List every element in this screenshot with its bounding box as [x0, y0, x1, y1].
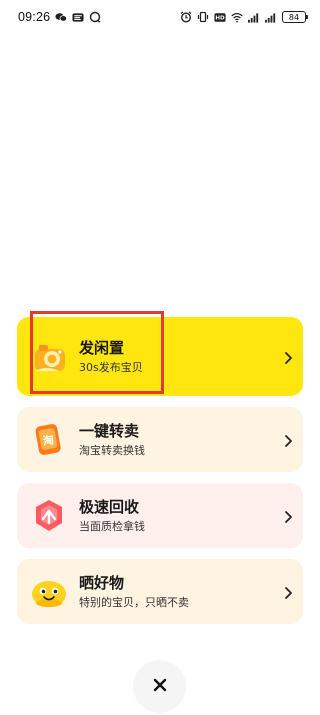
taobao-icon: 淘	[29, 420, 69, 460]
card-subtitle: 30s发布宝贝	[79, 361, 143, 374]
status-bar: 09:26 HD 84	[0, 0, 320, 34]
battery-icon: 84	[282, 11, 308, 23]
chevron-right-icon	[283, 509, 293, 523]
alarm-icon	[180, 11, 192, 23]
vibrate-icon	[197, 11, 209, 23]
card-title: 一键转卖	[79, 422, 140, 440]
chevron-right-icon	[283, 585, 293, 599]
fast-recycle-card[interactable]: 极速回收 当面质检拿钱	[17, 483, 303, 548]
card-text: 一键转卖 淘宝转卖换钱	[79, 407, 145, 472]
card-text: 晒好物 特别的宝贝，只晒不卖	[79, 559, 189, 624]
card-text: 极速回收 当面质检拿钱	[79, 483, 145, 548]
close-icon	[153, 677, 167, 696]
status-time: 09:26	[18, 10, 51, 24]
card-title: 晒好物	[79, 574, 125, 592]
battery-level: 84	[288, 12, 300, 22]
wifi-icon	[231, 11, 243, 23]
close-button[interactable]	[133, 660, 186, 713]
card-title: 发闲置	[79, 339, 125, 357]
svg-text:HD: HD	[215, 15, 225, 21]
status-bar-right: HD 84	[180, 11, 308, 23]
card-title: 极速回收	[79, 498, 140, 516]
chat-bubble-icon	[89, 11, 101, 23]
chevron-right-icon	[283, 350, 293, 364]
smile-mascot-icon	[29, 572, 69, 612]
card-subtitle: 淘宝转卖换钱	[79, 444, 145, 457]
signal-icon	[248, 11, 260, 23]
post-idle-item-card[interactable]: 发闲置 30s发布宝贝	[17, 317, 303, 396]
signal-icon	[265, 11, 277, 23]
show-good-items-card[interactable]: 晒好物 特别的宝贝，只晒不卖	[17, 559, 303, 624]
card-subtitle: 特别的宝贝，只晒不卖	[79, 596, 189, 609]
chevron-right-icon	[283, 433, 293, 447]
one-click-resell-card[interactable]: 淘 一键转卖 淘宝转卖换钱	[17, 407, 303, 472]
recycle-icon	[29, 496, 69, 536]
hd-icon: HD	[214, 11, 226, 23]
card-subtitle: 当面质检拿钱	[79, 520, 145, 533]
camera-icon	[29, 337, 69, 377]
wechat-icon	[55, 11, 68, 23]
status-bar-left: 09:26	[18, 10, 101, 24]
weibo-icon	[72, 11, 84, 23]
card-text: 发闲置 30s发布宝贝	[79, 317, 143, 396]
